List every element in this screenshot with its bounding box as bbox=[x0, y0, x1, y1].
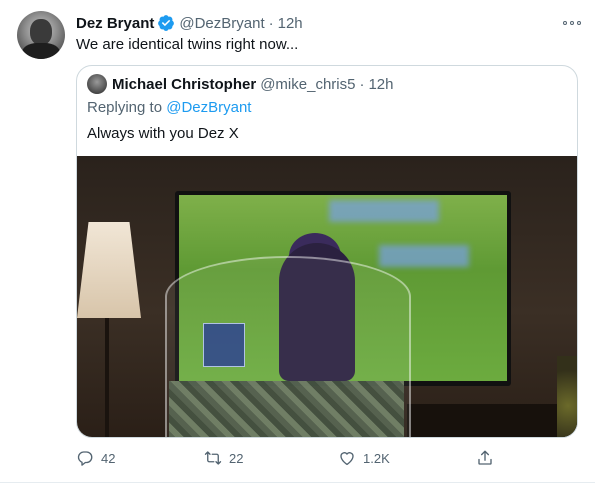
avatar-body bbox=[22, 43, 60, 59]
photo-stripe bbox=[379, 245, 469, 267]
more-dot bbox=[577, 21, 581, 25]
tweet-header: Dez Bryant @DezBryant · 12h bbox=[76, 13, 303, 33]
quote-photo[interactable] bbox=[77, 156, 577, 437]
tweet-text: We are identical twins right now... bbox=[76, 36, 299, 53]
share-button[interactable] bbox=[476, 447, 501, 469]
quote-text: Always with you Dez X bbox=[87, 125, 239, 142]
retweet-count: 22 bbox=[229, 450, 244, 466]
avatar[interactable] bbox=[17, 11, 65, 59]
share-icon bbox=[478, 450, 492, 465]
more-dot bbox=[563, 21, 567, 25]
quote-avatar bbox=[87, 74, 107, 94]
photo-lamp-shade bbox=[77, 222, 141, 318]
tweet-actions: 42 22 1.2K bbox=[76, 447, 496, 469]
retweet-button[interactable]: 22 bbox=[204, 447, 243, 469]
quote-author-name: Michael Christopher bbox=[112, 75, 257, 93]
more-options-icon[interactable] bbox=[563, 18, 581, 28]
time-separator: · bbox=[268, 14, 274, 32]
quote-time: 12h bbox=[368, 75, 394, 93]
retweet-icon bbox=[204, 451, 222, 465]
more-dot bbox=[570, 21, 574, 25]
like-count: 1.2K bbox=[363, 450, 390, 466]
replying-prefix: Replying to bbox=[87, 99, 167, 116]
photo-tv-stand bbox=[407, 404, 577, 437]
photo-plant bbox=[557, 356, 577, 437]
quote-time-separator: · bbox=[359, 75, 365, 93]
quoted-tweet[interactable]: Michael Christopher @mike_chris5 · 12h R… bbox=[76, 65, 578, 438]
tweet[interactable]: Dez Bryant @DezBryant · 12h We are ident… bbox=[0, 0, 595, 483]
quote-header: Michael Christopher @mike_chris5 · 12h bbox=[87, 74, 394, 94]
quote-author-handle: @mike_chris5 bbox=[260, 75, 356, 93]
photo-wine-glass bbox=[165, 256, 411, 437]
tweet-time[interactable]: 12h bbox=[278, 15, 303, 32]
reply-button[interactable]: 42 bbox=[76, 447, 115, 469]
replying-to: Replying to @DezBryant bbox=[87, 99, 251, 116]
photo-stripe bbox=[329, 200, 439, 222]
reply-icon bbox=[77, 451, 93, 466]
author-name[interactable]: Dez Bryant bbox=[76, 15, 154, 32]
author-handle[interactable]: @DezBryant bbox=[179, 15, 264, 32]
replying-to-handle[interactable]: @DezBryant bbox=[166, 99, 251, 116]
photo-lamp-pole bbox=[105, 318, 109, 437]
avatar-face bbox=[30, 19, 52, 45]
like-icon bbox=[340, 452, 354, 466]
verified-badge-icon bbox=[157, 14, 175, 32]
reply-count: 42 bbox=[101, 450, 116, 466]
like-button[interactable]: 1.2K bbox=[338, 447, 390, 469]
